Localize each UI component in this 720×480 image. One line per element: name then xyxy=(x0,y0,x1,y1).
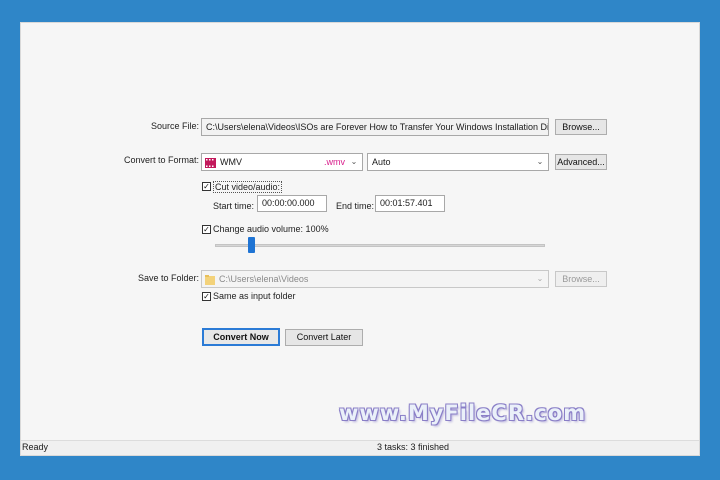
film-strip-icon xyxy=(205,157,216,168)
cut-checkbox[interactable]: ✓ xyxy=(202,182,211,191)
convert-now-button[interactable]: Convert Now xyxy=(202,328,280,346)
checkmark-icon: ✓ xyxy=(203,225,210,234)
volume-slider-thumb[interactable] xyxy=(248,237,255,253)
convert-later-button[interactable]: Convert Later xyxy=(285,329,363,346)
checkmark-icon: ✓ xyxy=(203,292,210,301)
save-browse-button[interactable]: Browse... xyxy=(555,271,607,287)
save-folder-path: C:\Users\elena\Videos xyxy=(219,274,309,284)
advanced-button[interactable]: Advanced... xyxy=(555,154,607,170)
chevron-down-icon: ⌄ xyxy=(536,157,544,166)
start-time-input[interactable]: 00:00:00.000 xyxy=(257,195,327,212)
preset-value: Auto xyxy=(372,157,391,167)
source-browse-button[interactable]: Browse... xyxy=(555,119,607,135)
same-folder-label[interactable]: Same as input folder xyxy=(213,291,296,301)
watermark-logo: www.MyFileCR.com xyxy=(339,401,587,425)
status-tasks: 3 tasks: 3 finished xyxy=(377,442,450,452)
format-extension: .wmv xyxy=(324,157,345,167)
preset-dropdown[interactable]: Auto ⌄ xyxy=(367,153,549,171)
volume-slider-track[interactable] xyxy=(215,244,545,247)
convert-format-label: Convert to Format: xyxy=(124,155,200,165)
volume-checkbox[interactable]: ✓ xyxy=(202,225,211,234)
format-name: WMV xyxy=(220,157,242,167)
status-ready: Ready xyxy=(22,442,49,452)
source-file-field[interactable]: C:\Users\elena\Videos\ISOs are Forever H… xyxy=(201,118,549,136)
save-folder-label: Save to Folder: xyxy=(138,273,200,283)
start-time-label: Start time: xyxy=(213,201,255,211)
end-time-label: End time: xyxy=(336,201,375,211)
status-bar: Ready 3 tasks: 3 finished xyxy=(21,440,699,455)
cut-checkbox-label[interactable]: Cut video/audio: xyxy=(213,181,283,193)
chevron-down-icon: ⌄ xyxy=(350,157,358,166)
save-folder-dropdown[interactable]: C:\Users\elena\Videos ⌄ xyxy=(201,270,549,288)
volume-checkbox-label[interactable]: Change audio volume: 100% xyxy=(213,224,329,234)
converter-window: Source File: C:\Users\elena\Videos\ISOs … xyxy=(20,22,700,456)
end-time-input[interactable]: 00:01:57.401 xyxy=(375,195,445,212)
format-dropdown[interactable]: WMV .wmv ⌄ xyxy=(201,153,363,171)
checkmark-icon: ✓ xyxy=(203,182,210,191)
folder-icon xyxy=(205,274,215,285)
same-folder-checkbox[interactable]: ✓ xyxy=(202,292,211,301)
source-file-label: Source File: xyxy=(151,121,200,131)
chevron-down-icon: ⌄ xyxy=(536,274,544,283)
